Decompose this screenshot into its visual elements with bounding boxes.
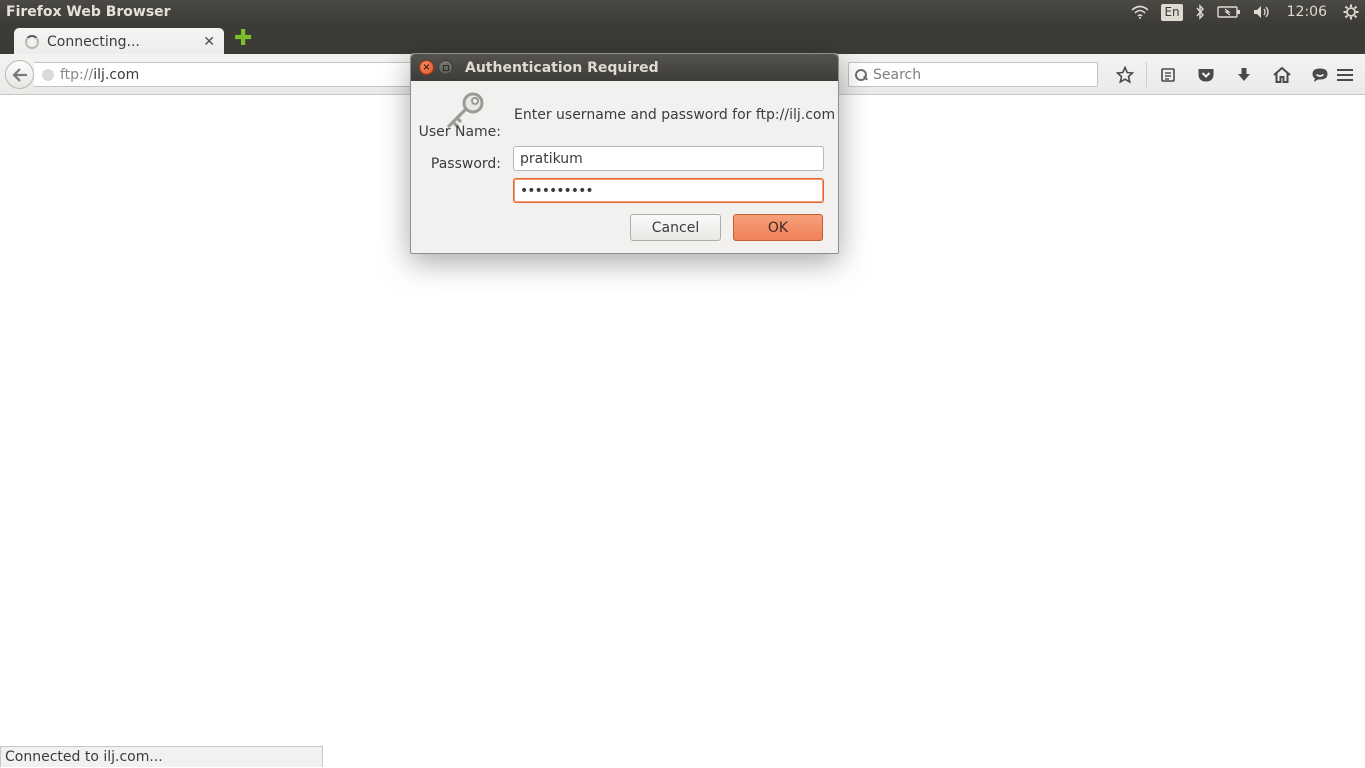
search-icon <box>854 68 868 82</box>
battery-icon[interactable] <box>1216 0 1241 24</box>
tab-close-icon[interactable]: ✕ <box>203 34 215 50</box>
top-panel: Firefox Web Browser En 12:06 <box>0 0 1365 24</box>
downloads-icon[interactable] <box>1225 62 1263 87</box>
menu-icon[interactable] <box>1333 62 1357 87</box>
ok-button[interactable]: OK <box>733 214 823 241</box>
url-scheme: ftp:// <box>60 66 94 83</box>
search-bar[interactable] <box>848 62 1098 87</box>
tab-strip: Connecting... ✕ <box>0 24 1365 55</box>
app-title: Firefox Web Browser <box>6 4 171 20</box>
cancel-button[interactable]: Cancel <box>630 214 721 241</box>
toolbar-separator <box>1146 62 1147 87</box>
reading-list-icon[interactable] <box>1149 62 1187 87</box>
username-label: User Name: <box>418 124 501 140</box>
dialog-maximize-icon[interactable] <box>438 60 453 75</box>
status-panel: Connected to ilj.com... <box>0 746 323 767</box>
volume-icon[interactable] <box>1253 0 1273 24</box>
dialog-message: Enter username and password for ftp://il… <box>514 107 836 123</box>
settings-gear-icon[interactable] <box>1343 0 1359 24</box>
indicator-area: En 12:06 <box>1125 0 1365 24</box>
search-input[interactable] <box>873 66 1083 83</box>
url-host: ilj.com <box>93 66 140 83</box>
password-field[interactable] <box>513 178 824 203</box>
url-text: ftp://ilj.com <box>60 67 139 83</box>
wifi-icon[interactable] <box>1131 0 1149 24</box>
keyboard-layout-indicator[interactable]: En <box>1161 3 1183 21</box>
tab-connecting[interactable]: Connecting... ✕ <box>14 28 224 55</box>
toolbar-icons <box>1106 62 1339 87</box>
home-icon[interactable] <box>1263 62 1301 87</box>
pocket-icon[interactable] <box>1187 62 1225 87</box>
back-arrow-icon <box>11 67 27 82</box>
username-field[interactable] <box>513 146 824 171</box>
bluetooth-icon[interactable] <box>1195 0 1205 24</box>
url-bar[interactable]: ftp://ilj.com <box>34 62 434 87</box>
password-label: Password: <box>430 156 501 172</box>
tab-label: Connecting... <box>47 33 140 50</box>
dialog-title: Authentication Required <box>465 59 659 76</box>
dialog-titlebar[interactable]: × Authentication Required <box>411 54 838 81</box>
clock[interactable]: 12:06 <box>1287 0 1327 24</box>
back-button[interactable] <box>5 60 34 89</box>
authentication-dialog: × Authentication Required Enter username… <box>410 53 839 254</box>
bookmark-star-icon[interactable] <box>1106 62 1144 87</box>
dialog-close-icon[interactable]: × <box>419 60 434 75</box>
site-identity-globe-icon[interactable] <box>42 68 54 81</box>
new-tab-plus-icon[interactable]: ✚ <box>234 28 252 50</box>
loading-throbber-icon <box>25 34 39 49</box>
